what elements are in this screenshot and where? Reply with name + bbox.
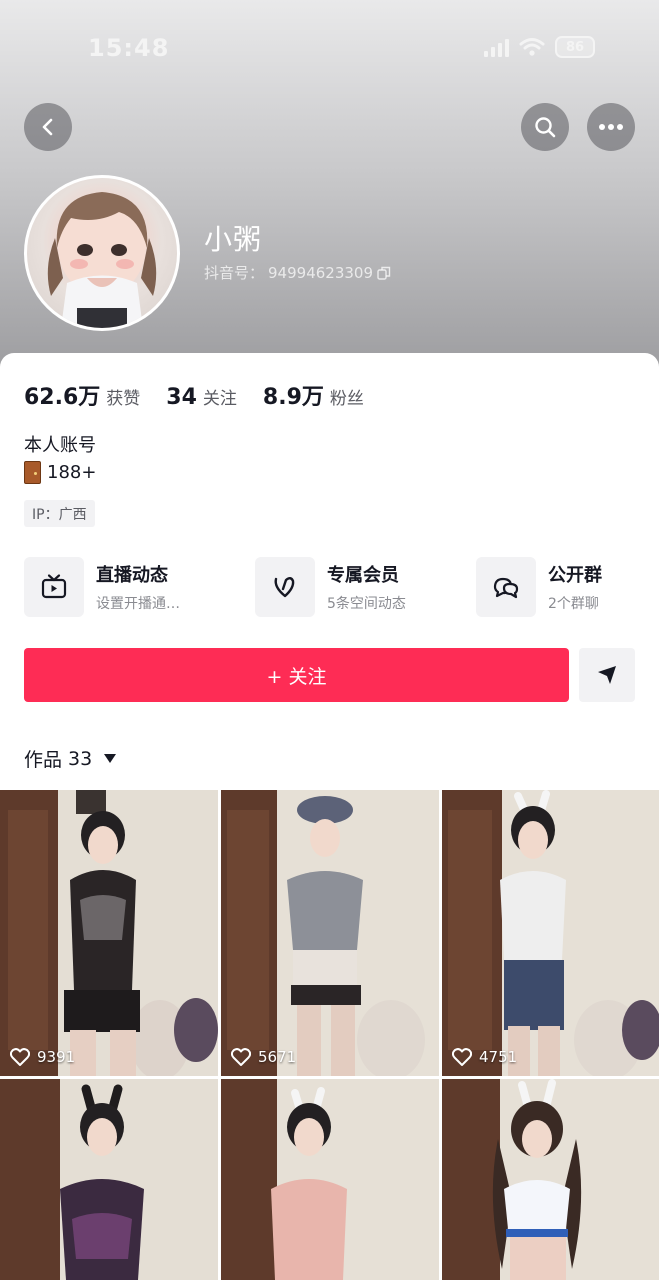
stat-value: 62.6万 bbox=[24, 385, 101, 410]
status-time: 15:48 bbox=[88, 34, 170, 62]
copy-icon[interactable] bbox=[377, 266, 391, 280]
feature-title: 公开群 bbox=[548, 565, 602, 586]
video-likes: 9391 bbox=[10, 1048, 75, 1066]
share-button[interactable] bbox=[579, 648, 635, 702]
bio-line: 本人账号 bbox=[24, 435, 96, 456]
video-likes: 4751 bbox=[452, 1048, 517, 1066]
heart-outline-icon bbox=[452, 1048, 472, 1066]
heart-outline-icon bbox=[231, 1048, 251, 1066]
douyin-id-value: 94994623309 bbox=[268, 263, 373, 282]
video-likes: 5671 bbox=[231, 1048, 296, 1066]
tab-works[interactable]: 作品 33 bbox=[24, 745, 117, 772]
tv-icon bbox=[24, 557, 84, 617]
video-likes-count: 9391 bbox=[37, 1048, 76, 1066]
battery-icon: 86 bbox=[555, 36, 595, 58]
status-bar: 15:48 86 bbox=[0, 0, 659, 96]
more-button[interactable] bbox=[587, 103, 635, 151]
video-thumbnail[interactable]: 5671 bbox=[221, 790, 439, 1076]
stat-label: 关注 bbox=[202, 389, 237, 409]
douyin-id[interactable]: 抖音号： 94994623309 bbox=[204, 262, 391, 283]
video-thumbnail[interactable] bbox=[221, 1079, 439, 1280]
stat-label: 粉丝 bbox=[329, 389, 364, 409]
follow-button[interactable]: + 关注 bbox=[24, 648, 569, 702]
bio-line: 188+ bbox=[24, 461, 96, 484]
feature-subtitle: 2个群聊 bbox=[548, 596, 599, 612]
feature-membership[interactable]: 专属会员 5条空间动态 bbox=[255, 555, 406, 619]
feature-title: 专属会员 bbox=[327, 565, 399, 586]
stat-value: 34 bbox=[166, 385, 197, 410]
feature-title: 直播动态 bbox=[96, 565, 168, 586]
signal-icon bbox=[484, 37, 509, 57]
stat-followers[interactable]: 8.9万 粉丝 bbox=[263, 379, 364, 411]
feature-subtitle: 设置开播通… bbox=[96, 596, 180, 612]
more-icon bbox=[599, 124, 623, 130]
status-icons: 86 bbox=[484, 36, 595, 58]
video-likes-count: 4751 bbox=[479, 1048, 518, 1066]
send-icon bbox=[598, 666, 616, 684]
douyin-id-label: 抖音号： bbox=[204, 264, 265, 282]
video-thumbnail[interactable]: 4751 bbox=[442, 790, 659, 1076]
bio-line-text: 188+ bbox=[47, 462, 97, 483]
back-button[interactable] bbox=[24, 103, 72, 151]
search-button[interactable] bbox=[521, 103, 569, 151]
search-icon bbox=[535, 117, 556, 138]
feature-live[interactable]: 直播动态 设置开播通… bbox=[24, 555, 180, 619]
stat-label: 获赞 bbox=[106, 389, 141, 409]
feature-entries: 直播动态 设置开播通… 专属会员 5条空间动态 公开群 2个群聊 bbox=[24, 555, 636, 619]
stat-value: 8.9万 bbox=[262, 385, 324, 410]
video-thumbnail[interactable] bbox=[0, 1079, 218, 1280]
video-grid: 9391 5671 4751 bbox=[0, 790, 659, 1280]
video-thumbnail[interactable]: 9391 bbox=[0, 790, 218, 1076]
tab-works-count: 33 bbox=[68, 747, 93, 770]
wifi-icon bbox=[519, 37, 545, 57]
caret-down-icon bbox=[104, 754, 117, 763]
chevron-left-icon bbox=[42, 118, 53, 136]
video-likes-count: 5671 bbox=[258, 1048, 297, 1066]
tab-works-label: 作品 bbox=[24, 749, 63, 771]
stat-following[interactable]: 34 关注 bbox=[166, 384, 237, 410]
feature-subtitle: 5条空间动态 bbox=[327, 596, 406, 612]
chat-bubbles-icon bbox=[476, 557, 536, 617]
stat-likes: 62.6万 获赞 bbox=[24, 379, 140, 411]
profile-card: 62.6万 获赞 34 关注 8.9万 粉丝 本人账号 188+ IP：广西 直… bbox=[0, 353, 659, 793]
ip-location-tag: IP：广西 bbox=[24, 500, 95, 527]
heart-v-icon bbox=[255, 557, 315, 617]
video-thumbnail[interactable] bbox=[442, 1079, 659, 1280]
feature-public-group[interactable]: 公开群 2个群聊 bbox=[476, 555, 602, 619]
avatar[interactable] bbox=[24, 175, 180, 331]
door-icon bbox=[24, 461, 41, 484]
profile-nickname: 小粥 bbox=[204, 223, 263, 256]
heart-outline-icon bbox=[10, 1048, 30, 1066]
profile-stats: 62.6万 获赞 34 关注 8.9万 粉丝 bbox=[24, 379, 390, 411]
